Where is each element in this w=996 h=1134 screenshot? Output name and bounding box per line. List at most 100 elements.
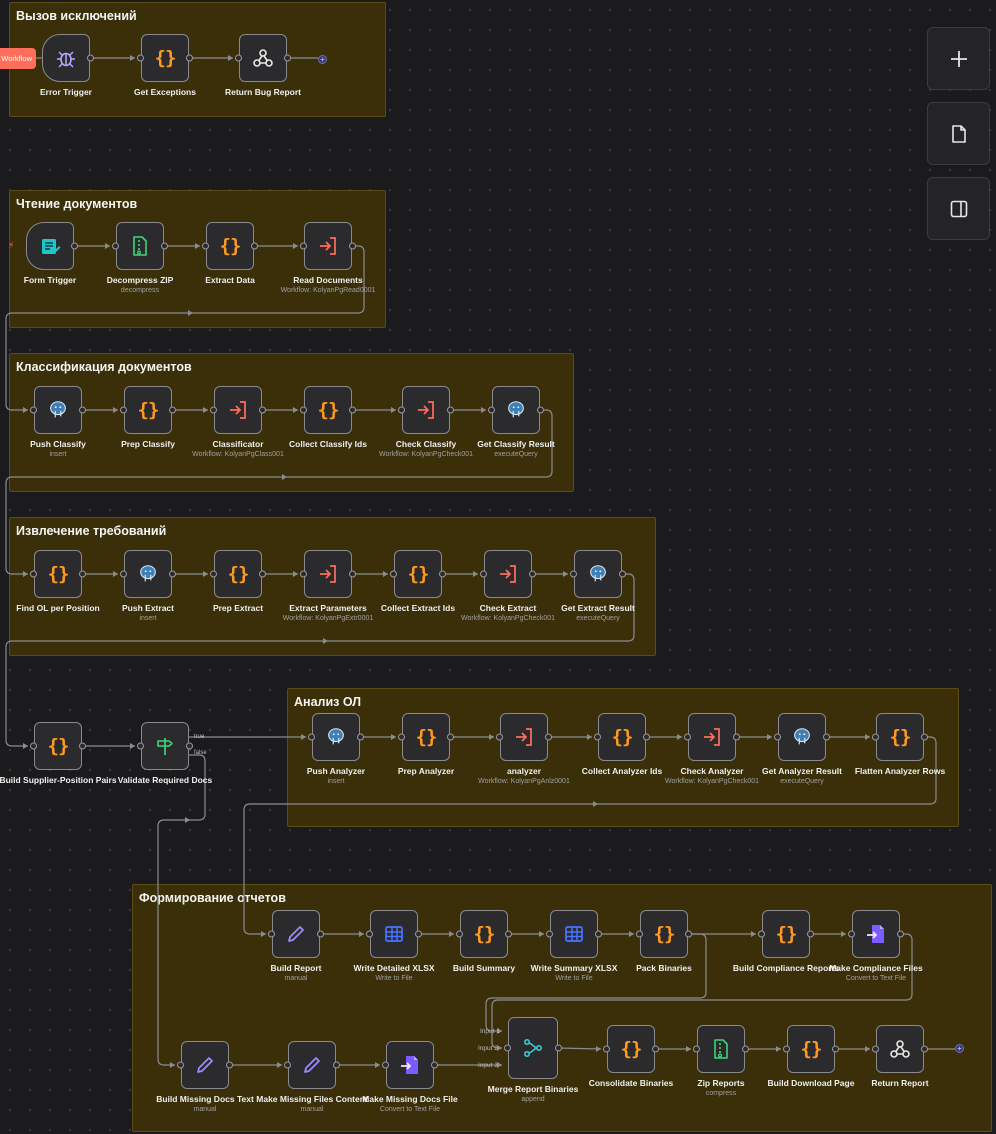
node-check-classify[interactable]: Check Classify Workflow: KolyanPgCheck001 <box>379 386 473 458</box>
node-flatten-analyzer-rows[interactable]: {} Flatten Analyzer Rows <box>855 713 945 776</box>
output-port[interactable] <box>259 406 266 414</box>
node-make-compliance-files[interactable]: Make Compliance Files Convert to Text Fil… <box>829 910 923 982</box>
output-port[interactable] <box>529 570 536 578</box>
input-port[interactable] <box>774 733 781 741</box>
input-port[interactable] <box>456 930 463 938</box>
output-port[interactable] <box>87 54 94 62</box>
add-node-button[interactable] <box>927 27 990 90</box>
node-build-download-page[interactable]: {} Build Download Page <box>768 1025 854 1088</box>
node-prep-analyzer[interactable]: {} Prep Analyzer <box>398 713 454 776</box>
node-get-exceptions[interactable]: {} Get Exceptions <box>134 34 196 97</box>
output-port[interactable] <box>921 733 928 741</box>
node-validate-required-docs[interactable]: Validate Required Docs <box>118 722 212 785</box>
output-port[interactable] <box>807 930 814 938</box>
input-port[interactable] <box>268 930 275 938</box>
output-port[interactable] <box>742 1045 749 1053</box>
input-port[interactable] <box>366 930 373 938</box>
sticky-note-button[interactable] <box>927 102 990 165</box>
input-port[interactable] <box>594 733 601 741</box>
node-read-documents[interactable]: Read Documents Workflow: KolyanPgRead0001 <box>281 222 375 294</box>
input-port[interactable] <box>177 1061 184 1069</box>
output-port[interactable] <box>545 733 552 741</box>
output-port[interactable] <box>733 733 740 741</box>
output-port[interactable] <box>431 1061 438 1069</box>
node-zip-reports[interactable]: Zip Reports compress <box>693 1025 749 1097</box>
output-port[interactable] <box>333 1061 340 1069</box>
node-build-missing-docs-text[interactable]: Build Missing Docs Text manual <box>156 1041 254 1113</box>
node-error-trigger[interactable]: Error Trigger <box>40 34 94 97</box>
output-port[interactable] <box>186 742 193 750</box>
input-port[interactable] <box>30 570 37 578</box>
node-get-classify-result[interactable]: Get Classify Result executeQuery <box>477 386 555 458</box>
input-port[interactable] <box>496 733 503 741</box>
input-port[interactable] <box>120 406 127 414</box>
node-collect-analyzer-ids[interactable]: {} Collect Analyzer Ids <box>582 713 662 776</box>
node-decompress-zip[interactable]: Decompress ZIP decompress <box>107 222 173 294</box>
output-port[interactable] <box>537 406 544 414</box>
node-make-missing-docs-file[interactable]: Make Missing Docs File Convert to Text Fi… <box>362 1041 458 1113</box>
output-port[interactable] <box>685 930 692 938</box>
output-port[interactable] <box>415 930 422 938</box>
input-port[interactable] <box>300 406 307 414</box>
input-port[interactable] <box>235 54 242 62</box>
output-port[interactable] <box>349 242 356 250</box>
input-port[interactable] <box>603 1045 610 1053</box>
output-port[interactable] <box>832 1045 839 1053</box>
input-port[interactable] <box>300 570 307 578</box>
input-port[interactable] <box>120 570 127 578</box>
input-port[interactable] <box>488 406 495 414</box>
input-port[interactable] <box>570 570 577 578</box>
output-port[interactable] <box>643 733 650 741</box>
input-port[interactable] <box>783 1045 790 1053</box>
output-port[interactable] <box>505 930 512 938</box>
output-port[interactable] <box>71 242 78 250</box>
node-get-extract-result[interactable]: Get Extract Result executeQuery <box>561 550 635 622</box>
node-extract-data[interactable]: {} Extract Data <box>202 222 258 285</box>
output-port[interactable] <box>357 733 364 741</box>
node-prep-classify[interactable]: {} Prep Classify <box>120 386 176 449</box>
input-port[interactable] <box>202 242 209 250</box>
output-port[interactable] <box>439 570 446 578</box>
node-classificator[interactable]: Classificator Workflow: KolyanPgClass001 <box>192 386 284 458</box>
node-collect-classify-ids[interactable]: {} Collect Classify Ids <box>289 386 367 449</box>
node-prep-extract[interactable]: {} Prep Extract <box>210 550 266 613</box>
input-port[interactable] <box>137 742 144 750</box>
output-port[interactable] <box>79 570 86 578</box>
input-port[interactable] <box>684 733 691 741</box>
output-port[interactable] <box>447 733 454 741</box>
node-check-analyzer[interactable]: Check Analyzer Workflow: KolyanPgCheck001 <box>665 713 759 785</box>
input-port[interactable] <box>636 930 643 938</box>
output-port[interactable] <box>251 242 258 250</box>
output-port[interactable] <box>284 54 291 62</box>
group-classification[interactable]: Классификация документов <box>9 353 574 492</box>
input-port[interactable] <box>758 930 765 938</box>
node-merge-report-binaries[interactable]: Merge Report Binaries append <box>488 1017 578 1103</box>
node-write-summary-xlsx[interactable]: Write Summary XLSX Write to File <box>531 910 617 982</box>
input-port[interactable] <box>210 406 217 414</box>
node-return-bug-report[interactable]: Return Bug Report <box>225 34 301 97</box>
output-port[interactable] <box>349 406 356 414</box>
workflow-badge[interactable]: Workflow <box>0 48 36 69</box>
output-port[interactable] <box>349 570 356 578</box>
node-form-trigger[interactable]: Form Trigger <box>24 222 78 285</box>
node-analyzer[interactable]: analyzer Workflow: KolyanPgAnlz0001 <box>478 713 570 785</box>
node-pack-binaries[interactable]: {} Pack Binaries <box>636 910 692 973</box>
node-collect-extract-ids[interactable]: {} Collect Extract Ids <box>381 550 455 613</box>
input-port[interactable] <box>872 733 879 741</box>
input-port[interactable] <box>693 1045 700 1053</box>
input-port[interactable] <box>398 406 405 414</box>
input-port[interactable] <box>30 742 37 750</box>
node-check-extract[interactable]: Check Extract Workflow: KolyanPgCheck001 <box>461 550 555 622</box>
output-port[interactable] <box>823 733 830 741</box>
output-port[interactable] <box>79 742 86 750</box>
output-port[interactable] <box>259 570 266 578</box>
node-get-analyzer-result[interactable]: Get Analyzer Result executeQuery <box>762 713 842 785</box>
output-port[interactable] <box>447 406 454 414</box>
toggle-panel-button[interactable] <box>927 177 990 240</box>
node-build-report[interactable]: Build Report manual <box>268 910 324 982</box>
output-port[interactable] <box>652 1045 659 1053</box>
input-port[interactable] <box>546 930 553 938</box>
output-port[interactable] <box>161 242 168 250</box>
output-port[interactable] <box>555 1044 562 1052</box>
node-push-classify[interactable]: Push Classify insert <box>30 386 86 458</box>
